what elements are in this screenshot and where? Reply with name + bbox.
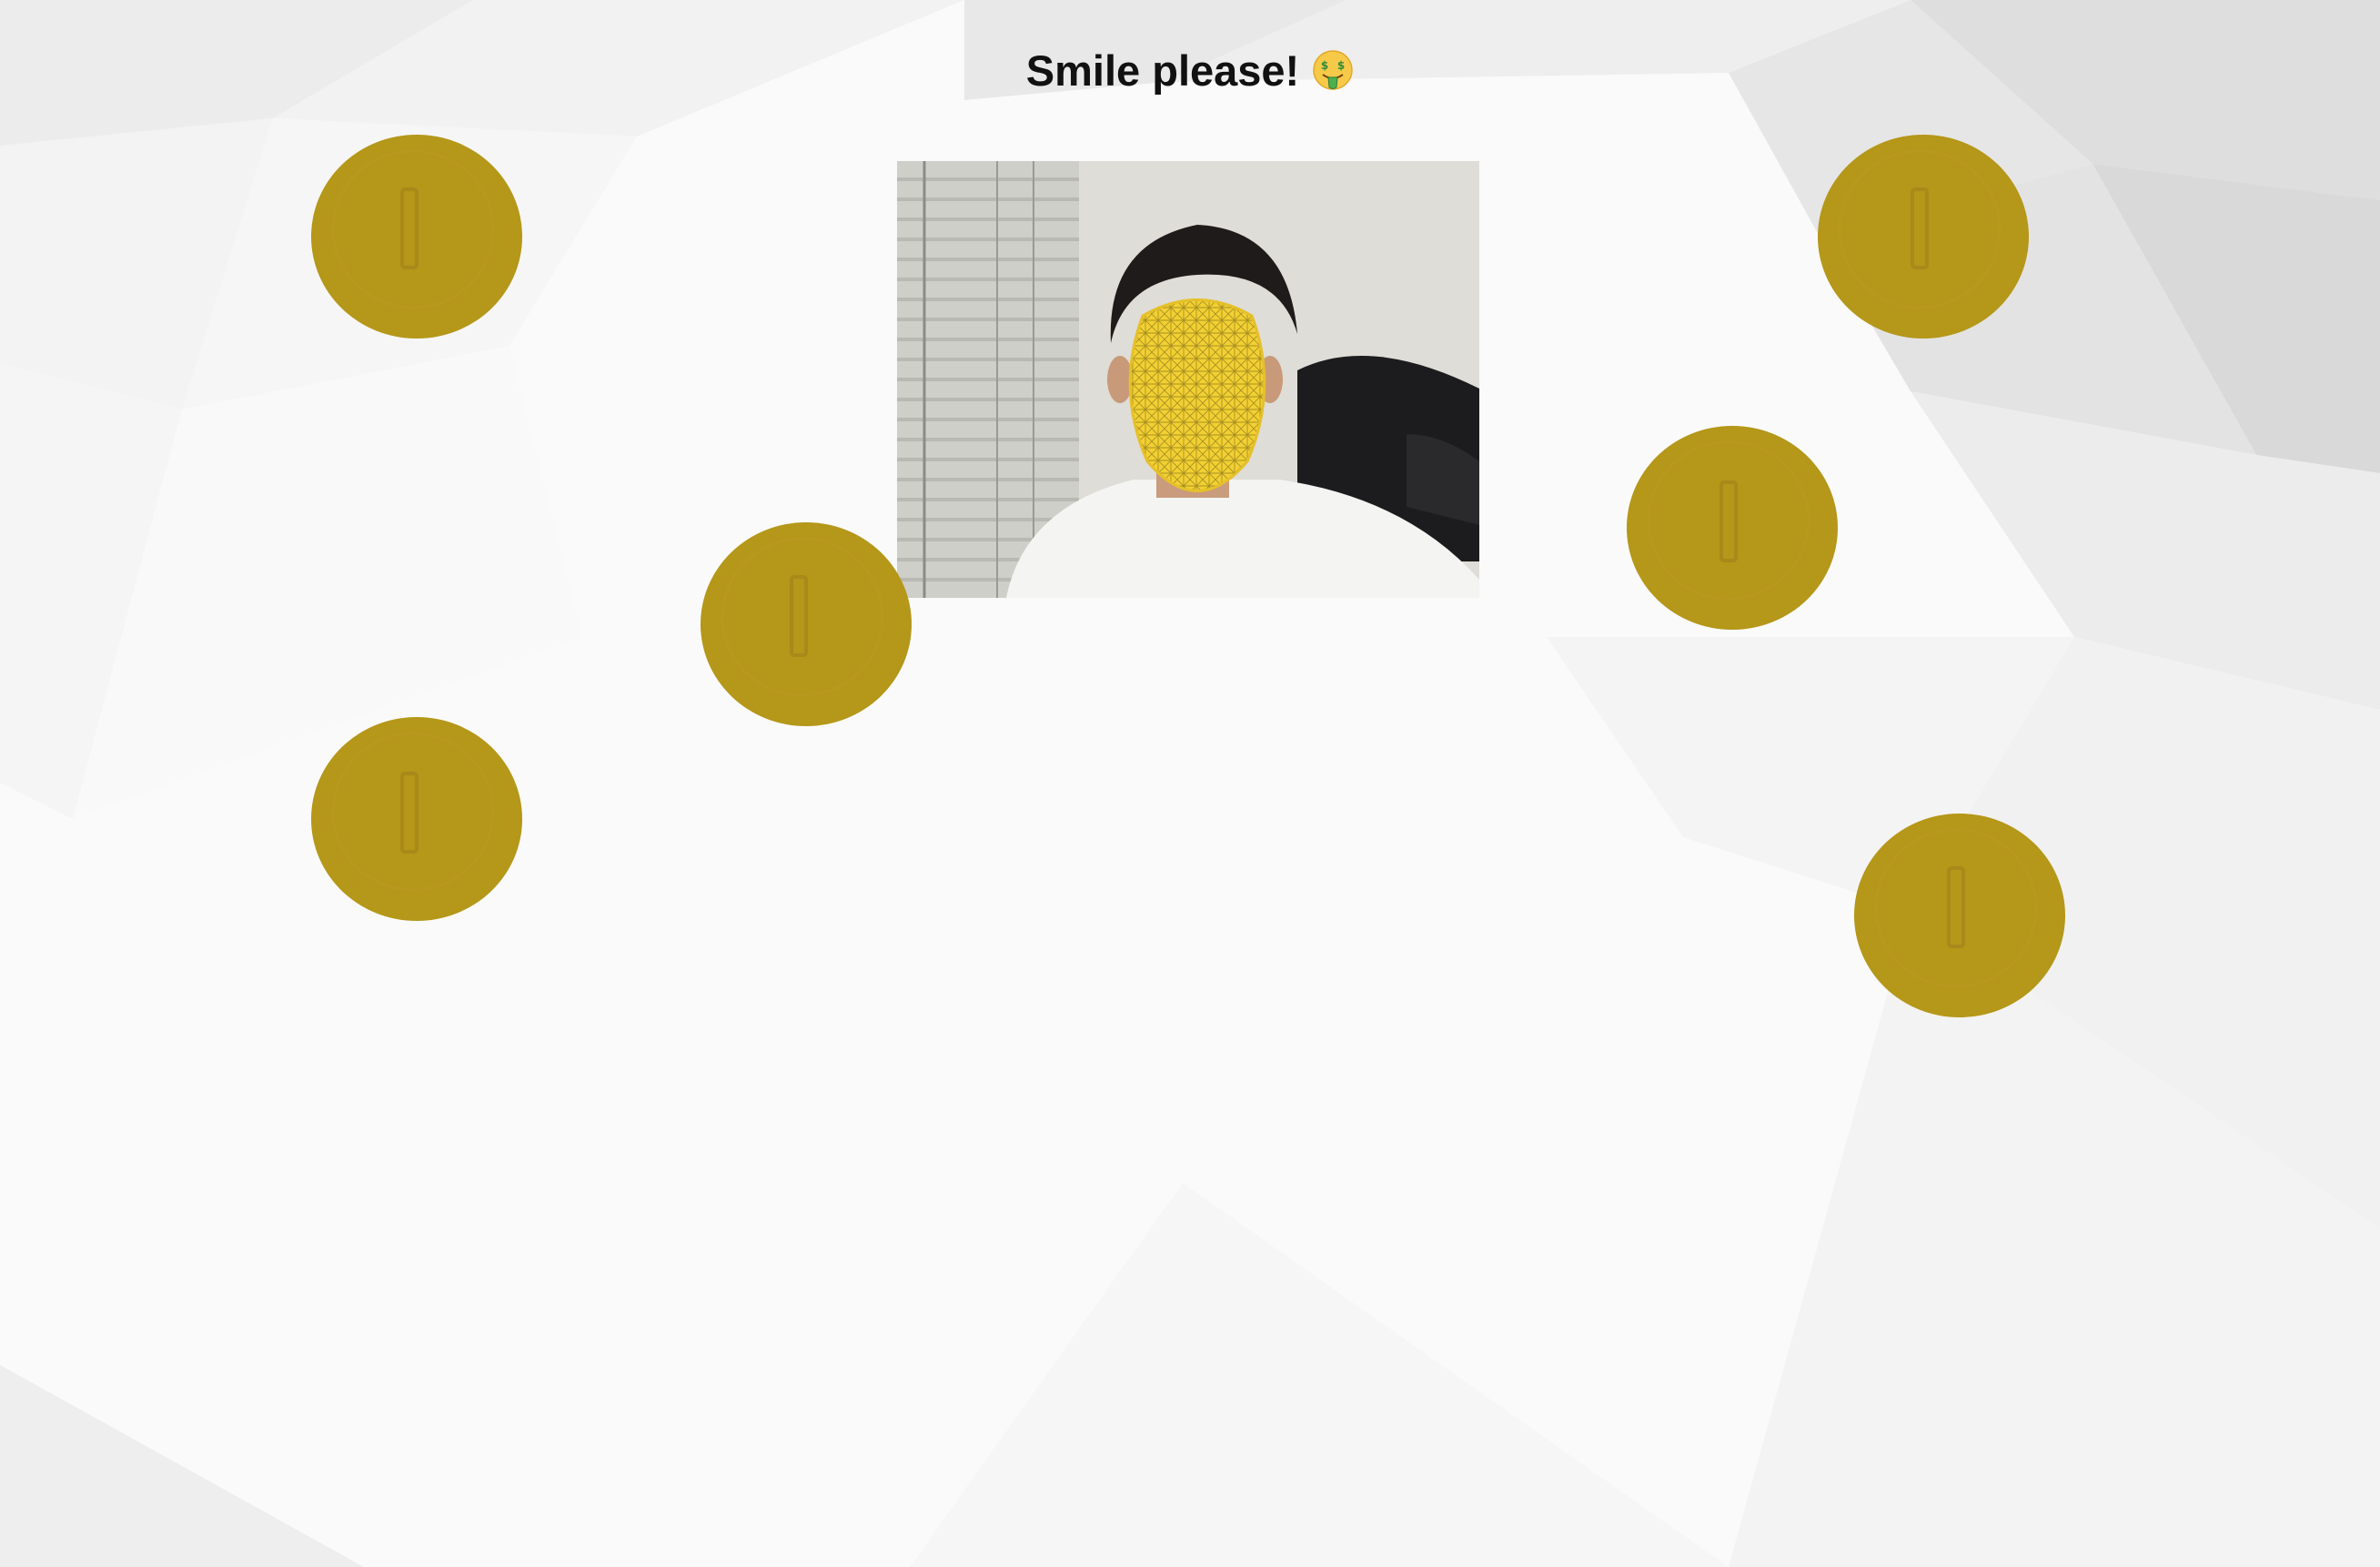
game-page: Smile please! $ $ [0, 0, 2380, 1567]
gold-coin-icon [697, 515, 912, 726]
webcam-scene [897, 161, 1479, 598]
gold-coin-icon [1814, 127, 2029, 339]
svg-text:$: $ [1337, 59, 1345, 72]
webcam-feed [897, 161, 1479, 598]
page-title: Smile please! $ $ [0, 45, 2380, 96]
face-mesh-overlay [1128, 298, 1266, 492]
title-text: Smile please! [1025, 46, 1300, 95]
gold-coin-icon [308, 127, 522, 339]
gold-coin-icon [308, 710, 522, 921]
gold-coin-icon [1623, 419, 1838, 630]
money-mouth-face-icon: $ $ [1313, 50, 1353, 90]
svg-text:$: $ [1321, 59, 1328, 72]
gold-coin-icon [1851, 806, 2065, 1017]
